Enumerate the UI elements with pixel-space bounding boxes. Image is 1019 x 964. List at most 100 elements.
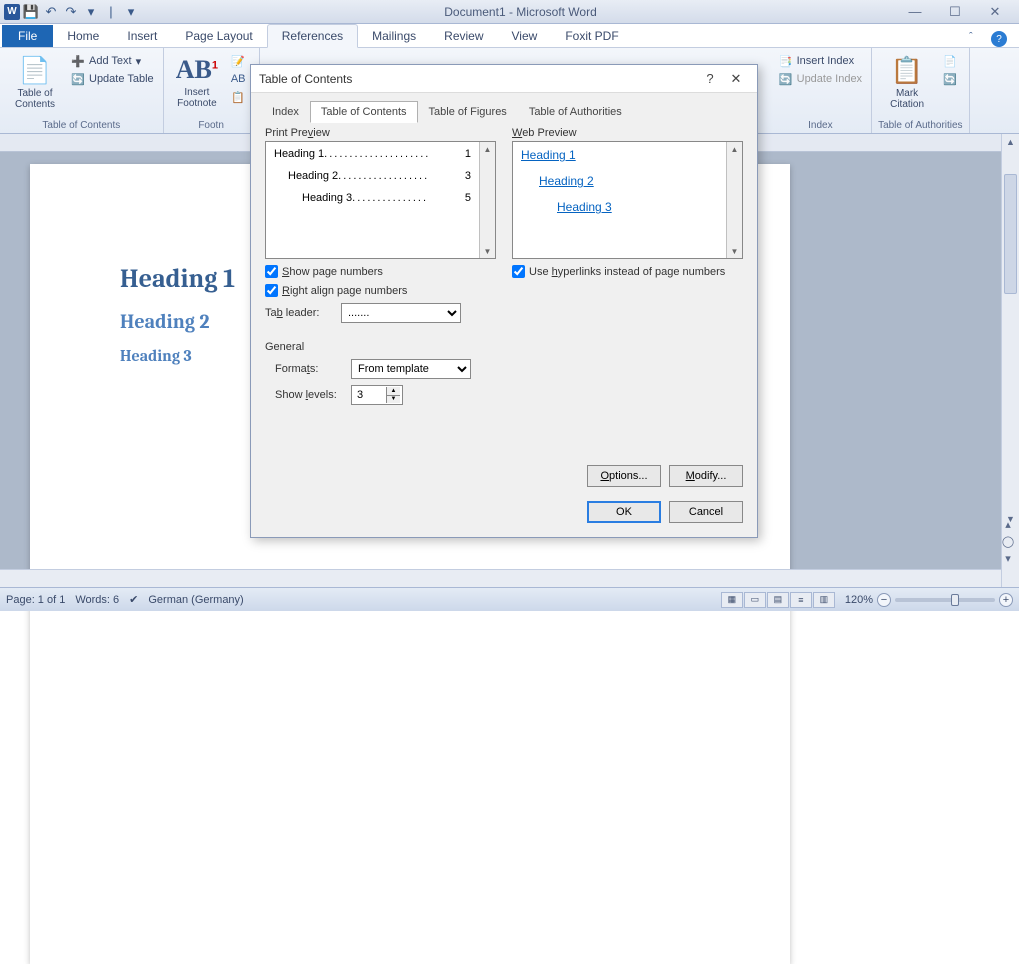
maximize-button[interactable]: ☐	[941, 4, 969, 20]
status-page[interactable]: Page: 1 of 1	[6, 594, 65, 606]
dialog-titlebar: Table of Contents ? ✕	[251, 65, 757, 93]
group-index: 📑Insert Index 🔄Update Index Index	[770, 48, 872, 133]
web-scroll-up-icon[interactable]: ▲	[727, 142, 742, 156]
minimize-ribbon-icon[interactable]: ˆ	[969, 31, 985, 47]
tab-leader-select[interactable]: .......	[341, 303, 461, 323]
scroll-thumb[interactable]	[1004, 174, 1017, 294]
tab-insert[interactable]: Insert	[113, 25, 171, 47]
mark-citation-icon: 📋	[891, 55, 923, 86]
zoom-slider[interactable]	[895, 598, 995, 602]
formats-select[interactable]: From template	[351, 359, 471, 379]
right-align-checkbox[interactable]: Right align page numbers	[265, 284, 496, 297]
update-toa-button[interactable]: 🔄	[940, 71, 960, 87]
tab-mailings[interactable]: Mailings	[358, 25, 430, 47]
zoom-slider-knob[interactable]	[951, 594, 959, 606]
spinner-up-icon[interactable]: ▲	[387, 387, 400, 396]
preview-scroll-down-icon[interactable]: ▼	[480, 244, 495, 258]
web-preview-scrollbar[interactable]: ▲ ▼	[726, 142, 742, 258]
close-button[interactable]: ✕	[981, 4, 1009, 20]
insert-endnote-button[interactable]: 📝	[228, 53, 252, 69]
mark-citation-button[interactable]: 📋 Mark Citation	[878, 51, 936, 110]
insert-toa-button[interactable]: 📄	[940, 53, 960, 69]
update-index-button[interactable]: 🔄Update Index	[776, 71, 865, 87]
tab-review[interactable]: Review	[430, 25, 497, 47]
spinner-down-icon[interactable]: ▼	[387, 396, 400, 404]
next-footnote-button[interactable]: AB	[228, 71, 252, 87]
show-levels-label: Show levels:	[275, 389, 343, 401]
dialog-tab-index[interactable]: Index	[261, 101, 310, 123]
show-page-numbers-input[interactable]	[265, 265, 278, 278]
dialog-help-button[interactable]: ?	[697, 69, 723, 89]
group-toc: 📄 Table of Contents ➕Add Text ▾ 🔄Update …	[0, 48, 164, 133]
tab-references[interactable]: References	[267, 24, 358, 48]
web-preview-link-1[interactable]: Heading 1	[521, 148, 718, 162]
dialog-tab-toa[interactable]: Table of Authorities	[518, 101, 633, 123]
group-label-toa: Table of Authorities	[878, 118, 963, 131]
web-preview-link-3[interactable]: Heading 3	[521, 200, 718, 214]
update-toa-icon: 🔄	[943, 72, 957, 86]
zoom-out-button[interactable]: −	[877, 593, 891, 607]
web-preview-link-2[interactable]: Heading 2	[521, 174, 718, 188]
zoom-level[interactable]: 120%	[845, 594, 873, 606]
web-scroll-down-icon[interactable]: ▼	[727, 244, 742, 258]
view-draft-icon[interactable]: ▥	[813, 592, 835, 608]
zoom-in-button[interactable]: +	[999, 593, 1013, 607]
proofing-icon[interactable]: ✔	[129, 593, 138, 606]
show-levels-input[interactable]	[354, 387, 386, 403]
undo-icon[interactable]: ↶	[42, 3, 60, 21]
show-notes-icon: 📋	[231, 90, 245, 104]
right-align-input[interactable]	[265, 284, 278, 297]
qat-dropdown-icon[interactable]: ▾	[122, 3, 140, 21]
object-browse-up-icon[interactable]: ▴	[1005, 518, 1011, 531]
show-page-numbers-checkbox[interactable]: Show page numbers	[265, 265, 496, 278]
ok-button[interactable]: OK	[587, 501, 661, 523]
web-preview-box: Heading 1 Heading 2 Heading 3 ▲ ▼	[512, 141, 743, 259]
help-icon[interactable]: ?	[991, 31, 1007, 47]
object-browse-down-icon[interactable]: ▾	[1005, 552, 1011, 565]
update-icon: 🔄	[71, 72, 85, 86]
show-levels-spinner[interactable]: ▲▼	[351, 385, 403, 405]
minimize-button[interactable]: —	[901, 4, 929, 20]
use-hyperlinks-input[interactable]	[512, 265, 525, 278]
tab-home[interactable]: Home	[53, 25, 113, 47]
dialog-tab-toc[interactable]: Table of Contents	[310, 101, 418, 123]
qat-customize-icon[interactable]: ▾	[82, 3, 100, 21]
view-outline-icon[interactable]: ≡	[790, 592, 812, 608]
file-tab[interactable]: File	[2, 25, 53, 47]
group-label-index: Index	[776, 118, 865, 131]
object-browse-icon[interactable]: ◯	[1002, 535, 1014, 548]
insert-footnote-button[interactable]: AB1 Insert Footnote	[170, 51, 225, 109]
ribbon-tabs: File Home Insert Page Layout References …	[0, 24, 1019, 48]
view-print-layout-icon[interactable]: ▦	[721, 592, 743, 608]
view-web-layout-icon[interactable]: ▤	[767, 592, 789, 608]
horizontal-scrollbar[interactable]	[0, 569, 1001, 587]
word-icon: W	[4, 4, 20, 20]
insert-index-button[interactable]: 📑Insert Index	[776, 53, 865, 69]
status-bar: Page: 1 of 1 Words: 6 ✔ German (Germany)…	[0, 587, 1019, 611]
status-language[interactable]: German (Germany)	[148, 594, 243, 606]
qat-separator: |	[102, 3, 120, 21]
cancel-button[interactable]: Cancel	[669, 501, 743, 523]
view-full-screen-icon[interactable]: ▭	[744, 592, 766, 608]
status-words[interactable]: Words: 6	[75, 594, 119, 606]
print-preview-scrollbar[interactable]: ▲ ▼	[479, 142, 495, 258]
add-text-button[interactable]: ➕Add Text ▾	[68, 53, 157, 69]
tab-view[interactable]: View	[498, 25, 552, 47]
options-button[interactable]: Options...	[587, 465, 661, 487]
update-index-icon: 🔄	[779, 72, 793, 86]
update-table-button[interactable]: 🔄Update Table	[68, 71, 157, 87]
tab-foxit-pdf[interactable]: Foxit PDF	[551, 25, 632, 47]
show-levels-field: Show levels: ▲▼	[265, 385, 743, 405]
redo-icon[interactable]: ↷	[62, 3, 80, 21]
tab-page-layout[interactable]: Page Layout	[171, 25, 266, 47]
modify-button[interactable]: Modify...	[669, 465, 743, 487]
table-of-contents-button[interactable]: 📄 Table of Contents	[6, 51, 64, 110]
scroll-up-icon[interactable]: ▲	[1002, 134, 1019, 150]
tab-leader-field: Tab leader: .......	[265, 303, 496, 323]
use-hyperlinks-checkbox[interactable]: Use hyperlinks instead of page numbers	[512, 265, 743, 278]
show-notes-button[interactable]: 📋	[228, 89, 252, 105]
save-icon[interactable]: 💾	[22, 3, 40, 21]
dialog-tab-tof[interactable]: Table of Figures	[418, 101, 518, 123]
dialog-close-button[interactable]: ✕	[723, 69, 749, 89]
preview-scroll-up-icon[interactable]: ▲	[480, 142, 495, 156]
